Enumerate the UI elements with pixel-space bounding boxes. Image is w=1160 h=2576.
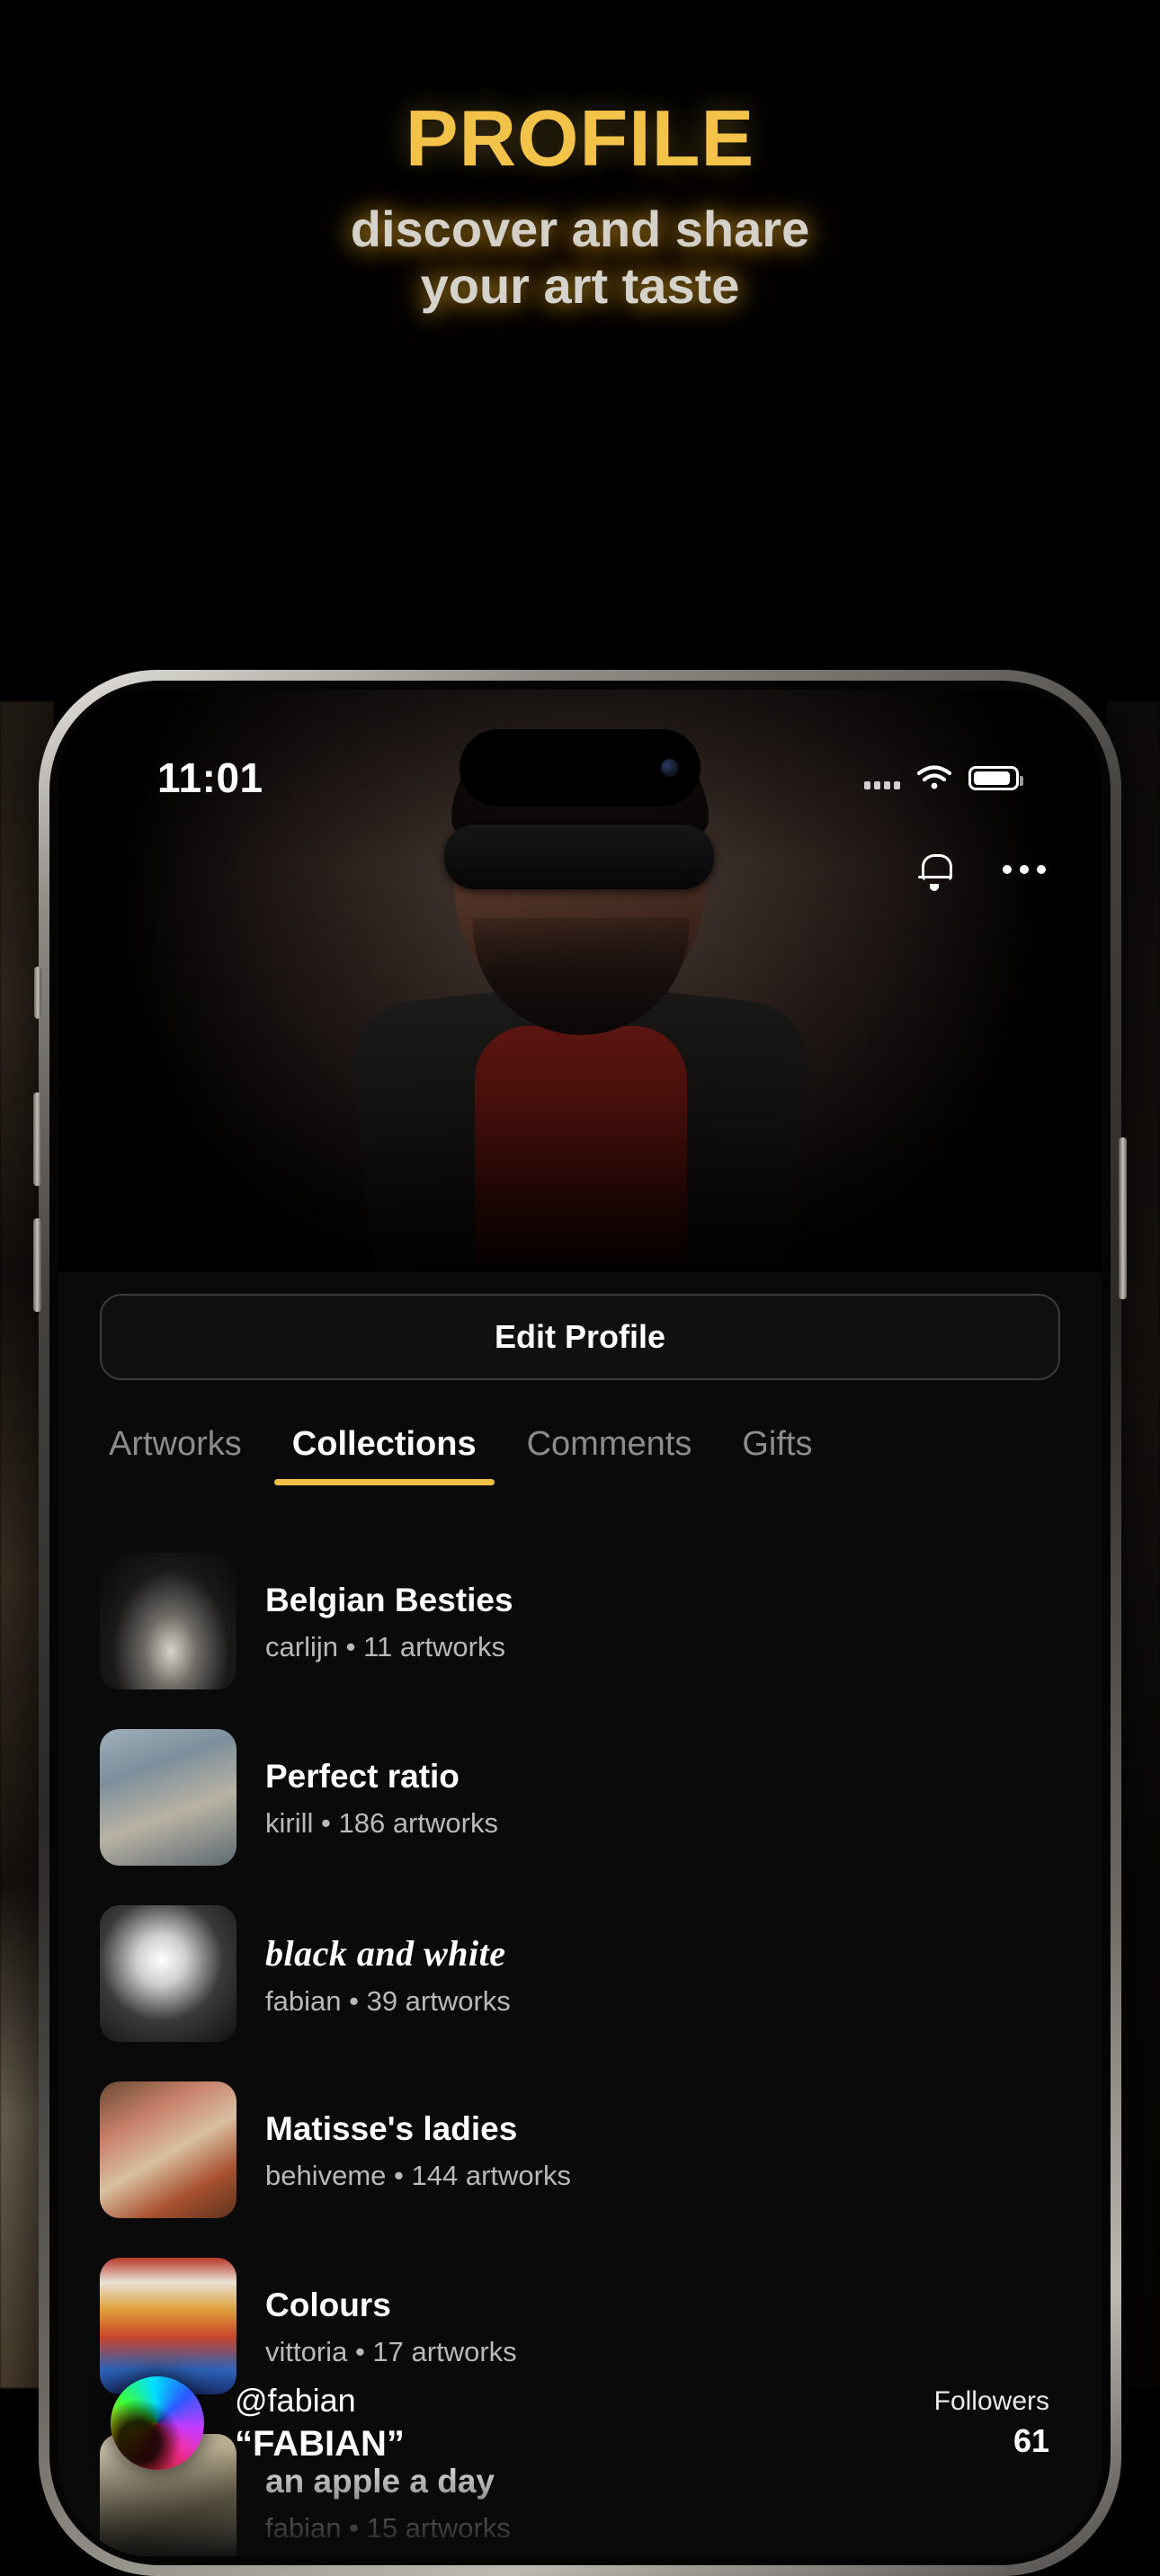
collection-title: Belgian Besties bbox=[265, 1582, 513, 1619]
header-actions bbox=[909, 844, 1049, 895]
collection-owner: carlijn bbox=[265, 1630, 338, 1662]
list-item[interactable]: Perfect ratio kirill • 186 artworks bbox=[100, 1709, 1060, 1885]
collection-title: Colours bbox=[265, 2286, 391, 2324]
collection-separator: • bbox=[394, 2159, 404, 2191]
phone-mockup: 11:01 @fabian “FABIAN” Followers 61 Edit… bbox=[33, 670, 1127, 2576]
dynamic-island bbox=[460, 729, 700, 807]
collection-owner: vittoria bbox=[265, 2335, 348, 2367]
collection-owner: fabian bbox=[265, 2511, 342, 2544]
collection-thumbnail bbox=[100, 1553, 236, 1689]
status-time: 11:01 bbox=[157, 754, 263, 801]
profile-identity: @fabian “FABIAN” Followers 61 bbox=[58, 2376, 1102, 2470]
page-subtitle-line-1: discover and share bbox=[350, 201, 810, 257]
collection-meta: fabian • 39 artworks bbox=[265, 1985, 511, 2018]
collection-meta: vittoria • 17 artworks bbox=[265, 2336, 517, 2368]
volume-up-button[interactable] bbox=[33, 1092, 41, 1186]
collection-separator: • bbox=[345, 1630, 356, 1662]
edit-profile-button[interactable]: Edit Profile bbox=[100, 1294, 1060, 1380]
collection-count: 186 artworks bbox=[338, 1806, 498, 1839]
list-item[interactable]: Matisse's ladies behiveme • 144 artworks bbox=[100, 2062, 1060, 2238]
collection-thumbnail bbox=[100, 1729, 236, 1866]
collection-thumbnail bbox=[100, 2081, 236, 2218]
collection-thumbnail bbox=[100, 2258, 236, 2394]
collection-separator: • bbox=[321, 1806, 331, 1839]
followers-count: 61 bbox=[1013, 2422, 1049, 2459]
bell-icon bbox=[918, 852, 952, 891]
notifications-button[interactable] bbox=[909, 844, 959, 895]
collection-separator: • bbox=[349, 2511, 359, 2544]
status-icons bbox=[864, 764, 1023, 791]
profile-display-name: “FABIAN” bbox=[235, 2423, 405, 2464]
collection-count: 17 artworks bbox=[372, 2335, 517, 2367]
signal-bars-icon bbox=[864, 766, 900, 789]
avatar[interactable] bbox=[111, 2376, 204, 2470]
tab-comments[interactable]: Comments bbox=[502, 1425, 718, 1464]
collection-separator: • bbox=[354, 2335, 365, 2367]
battery-icon bbox=[968, 765, 1023, 790]
page-title: PROFILE bbox=[405, 94, 755, 183]
list-item[interactable]: Belgian Besties carlijn • 11 artworks bbox=[100, 1533, 1060, 1709]
profile-names: @fabian “FABIAN” bbox=[235, 2380, 405, 2467]
more-options-button[interactable] bbox=[999, 844, 1049, 895]
page-subtitle-line-2: your art taste bbox=[420, 256, 740, 314]
page-subtitle: discover and share your art taste bbox=[351, 201, 809, 314]
collection-meta: behiveme • 144 artworks bbox=[265, 2160, 571, 2192]
collection-count: 39 artworks bbox=[366, 1984, 511, 2017]
collection-owner: fabian bbox=[265, 1984, 342, 2017]
profile-tabs: Artworks Collections Comments Gifts bbox=[58, 1409, 1102, 1513]
tab-collections[interactable]: Collections bbox=[267, 1425, 502, 1485]
collection-text: Perfect ratio kirill • 186 artworks bbox=[265, 1755, 498, 1839]
collection-owner: behiveme bbox=[265, 2159, 387, 2191]
phone-screen: 11:01 @fabian “FABIAN” Followers 61 Edit… bbox=[58, 690, 1102, 2556]
collection-owner: kirill bbox=[265, 1806, 314, 1839]
wifi-icon bbox=[916, 764, 952, 791]
more-options-icon bbox=[1003, 865, 1046, 874]
collection-separator: • bbox=[349, 1984, 359, 2017]
collection-title: Matisse's ladies bbox=[265, 2110, 518, 2148]
collection-count: 11 artworks bbox=[363, 1630, 505, 1662]
collection-text: Colours vittoria • 17 artworks bbox=[265, 2284, 517, 2367]
followers-label: Followers bbox=[933, 2386, 1049, 2416]
front-camera-icon bbox=[661, 759, 679, 777]
collection-title: black and white bbox=[265, 1932, 506, 1974]
collection-text: Matisse's ladies behiveme • 144 artworks bbox=[265, 2108, 571, 2191]
collection-text: black and white fabian • 39 artworks bbox=[265, 1930, 511, 2018]
collection-count: 15 artworks bbox=[366, 2511, 511, 2544]
list-item[interactable]: black and white fabian • 39 artworks bbox=[100, 1885, 1060, 2062]
collection-text: an apple a day fabian • 15 artworks bbox=[265, 2460, 511, 2544]
tab-artworks[interactable]: Artworks bbox=[100, 1425, 267, 1464]
collection-text: Belgian Besties carlijn • 11 artworks bbox=[265, 1579, 513, 1662]
tab-gifts[interactable]: Gifts bbox=[717, 1425, 837, 1464]
collection-thumbnail bbox=[100, 1905, 236, 2042]
marketing-header: PROFILE discover and share your art tast… bbox=[0, 0, 1160, 342]
collection-title: Perfect ratio bbox=[265, 1758, 460, 1796]
collection-meta: fabian • 15 artworks bbox=[265, 2512, 511, 2545]
power-button[interactable] bbox=[1119, 1137, 1127, 1299]
silent-switch[interactable] bbox=[34, 967, 41, 1019]
collection-meta: kirill • 186 artworks bbox=[265, 1807, 498, 1840]
profile-handle: @fabian bbox=[235, 2381, 356, 2419]
collection-meta: carlijn • 11 artworks bbox=[265, 1631, 513, 1663]
collection-count: 144 artworks bbox=[411, 2159, 571, 2191]
volume-down-button[interactable] bbox=[33, 1218, 41, 1312]
followers-stat[interactable]: Followers 61 bbox=[934, 2386, 1049, 2460]
